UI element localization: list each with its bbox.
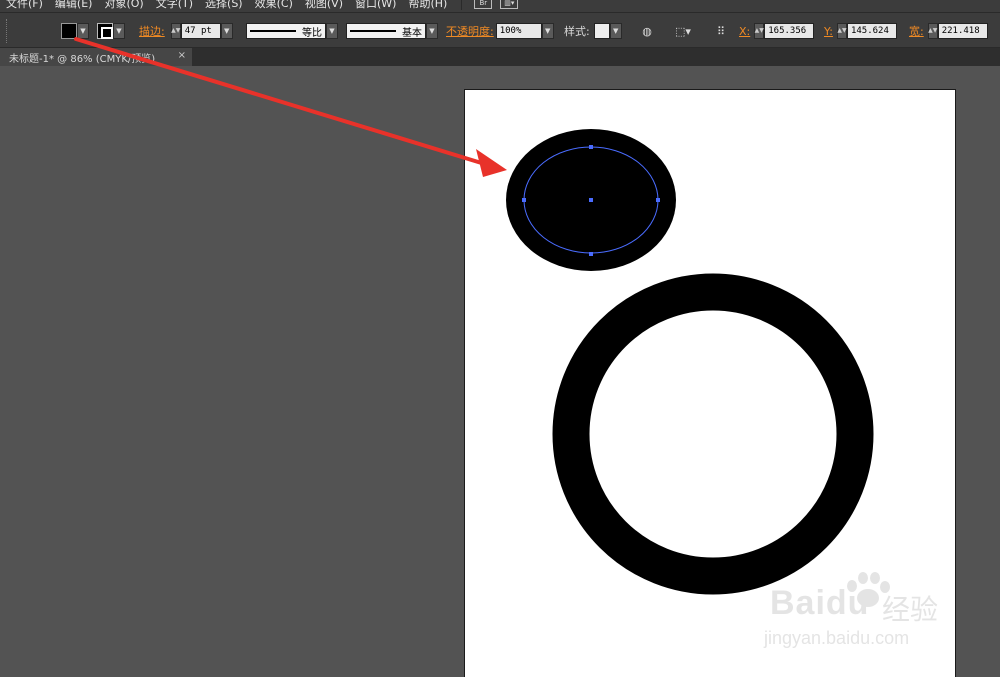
brush-label: 基本 <box>402 27 422 39</box>
stroke-swatch[interactable] <box>97 23 113 39</box>
menu-bar: 文件(F) 编辑(E) 对象(O) 文字(T) 选择(S) 效果(C) 视图(V… <box>0 0 1000 12</box>
stroke-weight-group: 描边: ▲▼ 47 pt ▼ <box>139 23 233 39</box>
bridge-icon[interactable]: Br <box>474 0 493 9</box>
menu-window[interactable]: 窗口(W) <box>349 0 402 11</box>
width-input[interactable]: 221.418 <box>937 23 988 39</box>
profile-line-preview <box>250 30 296 32</box>
fill-control[interactable]: ▼ <box>61 23 89 39</box>
stroke-control[interactable]: ▼ <box>97 23 125 39</box>
stroke-weight-dropdown-icon[interactable]: ▼ <box>220 23 233 39</box>
brush-definition[interactable]: 基本 ▼ <box>346 23 438 39</box>
watermark-logo-text: Baidu <box>770 584 870 622</box>
align-to-selection-icon[interactable]: ⬚▾ <box>674 23 692 39</box>
stroke-weight-input[interactable]: 47 pt <box>180 23 221 39</box>
document-tab-title: 未标题-1* @ 86% (CMYK/预览) <box>9 53 156 65</box>
style-label: 样式: <box>564 25 590 38</box>
menu-type[interactable]: 文字(T) <box>150 0 199 11</box>
control-bar: ▼ ▼ 描边: ▲▼ 47 pt ▼ 等比 ▼ 基本 ▼ 不透明度: 100% … <box>0 12 1000 48</box>
opacity-group: 不透明度: 100% ▼ <box>446 23 554 39</box>
document-tab-bar: 未标题-1* @ 86% (CMYK/预览) × <box>0 48 1000 66</box>
y-label[interactable]: Y: <box>824 25 833 38</box>
menu-help[interactable]: 帮助(H) <box>402 0 453 11</box>
arrange-documents-icon[interactable]: ▥▾ <box>500 0 519 9</box>
stroke-label[interactable]: 描边: <box>139 23 165 39</box>
opacity-label[interactable]: 不透明度: <box>446 23 494 39</box>
close-tab-icon[interactable]: × <box>178 50 186 61</box>
menu-edit[interactable]: 编辑(E) <box>49 0 99 11</box>
menu-object[interactable]: 对象(O) <box>98 0 149 11</box>
x-spinner-icon[interactable]: ▲▼ <box>754 23 765 39</box>
opacity-input[interactable]: 100% <box>495 23 542 39</box>
menu-effect[interactable]: 效果(C) <box>249 0 299 11</box>
opacity-dropdown-icon[interactable]: ▼ <box>541 23 554 39</box>
stroke-weight-spinner-icon[interactable]: ▲▼ <box>170 23 181 39</box>
y-group: Y: ▲▼ 145.624 <box>824 23 897 39</box>
style-swatch[interactable] <box>593 23 610 39</box>
recolor-artwork-icon[interactable]: ◍ <box>638 23 656 39</box>
profile-dropdown-icon[interactable]: ▼ <box>326 23 338 39</box>
document-tab[interactable]: 未标题-1* @ 86% (CMYK/预览) × <box>0 48 192 66</box>
baidu-watermark: Baidu 经验 jingyan.baidu.com <box>762 568 962 660</box>
panel-grip[interactable] <box>6 19 10 43</box>
style-group: 样式: ▼ <box>564 23 622 39</box>
x-label[interactable]: X: <box>739 25 750 38</box>
illustrator-window: 文件(F) 编辑(E) 对象(O) 文字(T) 选择(S) 效果(C) 视图(V… <box>0 0 1000 677</box>
fill-swatch[interactable] <box>61 23 77 39</box>
menu-select[interactable]: 选择(S) <box>199 0 249 11</box>
brush-line-preview <box>350 30 396 32</box>
stroke-dropdown-icon[interactable]: ▼ <box>113 23 125 39</box>
style-dropdown-icon[interactable]: ▼ <box>609 23 622 39</box>
width-spinner-icon[interactable]: ▲▼ <box>927 23 938 39</box>
variable-width-profile[interactable]: 等比 ▼ <box>246 23 338 39</box>
menu-separator <box>461 0 463 10</box>
menu-view[interactable]: 视图(V) <box>299 0 349 11</box>
reference-grid-icon[interactable]: ⠿ <box>712 23 730 39</box>
reference-point-icon[interactable]: ⠿ <box>712 23 730 39</box>
y-input[interactable]: 145.624 <box>846 23 897 39</box>
align-options[interactable]: ⬚▾ <box>674 23 692 39</box>
brush-select[interactable]: 基本 <box>346 23 426 39</box>
brush-dropdown-icon[interactable]: ▼ <box>426 23 438 39</box>
profile-select[interactable]: 等比 <box>246 23 326 39</box>
profile-label: 等比 <box>302 27 322 39</box>
width-label[interactable]: 宽: <box>909 23 924 39</box>
color-wheel-icon[interactable]: ◍ <box>638 23 656 39</box>
watermark-cn-text: 经验 <box>882 593 939 626</box>
x-group: X: ▲▼ 165.356 <box>739 23 815 39</box>
menu-file[interactable]: 文件(F) <box>0 0 49 11</box>
fill-dropdown-icon[interactable]: ▼ <box>77 23 89 39</box>
watermark-url: jingyan.baidu.com <box>764 628 910 648</box>
x-input[interactable]: 165.356 <box>764 23 815 39</box>
width-group: 宽: ▲▼ 221.418 <box>909 23 988 39</box>
y-spinner-icon[interactable]: ▲▼ <box>836 23 847 39</box>
